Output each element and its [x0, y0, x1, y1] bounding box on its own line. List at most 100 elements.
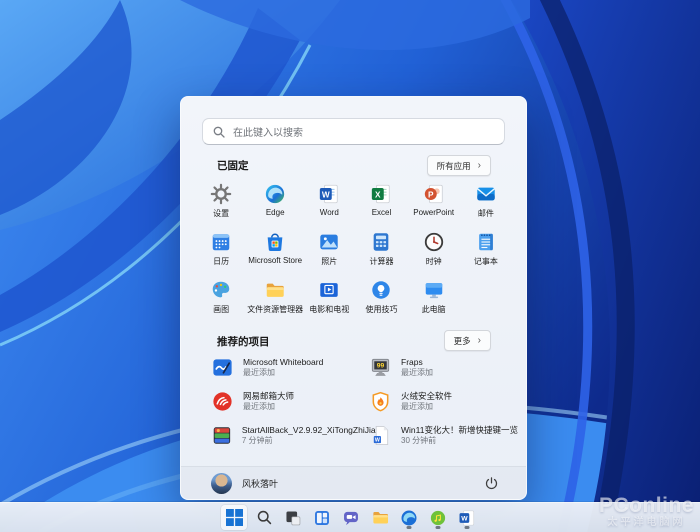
- folder-icon: [264, 279, 286, 301]
- windows-logo-icon: [226, 509, 243, 526]
- svg-text:W: W: [461, 515, 468, 522]
- task-view-icon: [284, 509, 302, 527]
- pinned-app-word[interactable]: W Word: [303, 183, 355, 221]
- pconline-watermark: PConline 太平洋电脑网: [599, 494, 694, 528]
- edge-icon: [400, 509, 418, 527]
- chat-video-icon: [342, 509, 360, 527]
- rec-title: Fraps: [401, 357, 433, 368]
- taskbar: W: [0, 502, 700, 532]
- app-label: 计算器: [369, 256, 393, 267]
- recommended-item-netease-mail[interactable]: 网易邮箱大师最近添加: [211, 389, 369, 414]
- whiteboard-icon: [211, 356, 234, 379]
- pinned-app-photos[interactable]: 照片: [303, 231, 355, 269]
- taskbar-chat-button[interactable]: [339, 505, 363, 530]
- power-button[interactable]: [480, 472, 502, 494]
- recommended-header: 推荐的项目: [217, 334, 270, 349]
- start-menu-panel: 在此键入以搜索 已固定 所有应用 › 设置 Edge W Word X Exce…: [180, 96, 527, 500]
- rec-subtitle: 最近添加: [243, 402, 294, 412]
- pinned-app-settings[interactable]: 设置: [195, 183, 247, 221]
- netease-mail-master-icon: [211, 390, 234, 413]
- taskbar-task-view-button[interactable]: [281, 505, 305, 530]
- search-icon: [256, 509, 273, 526]
- app-label: Edge: [266, 208, 285, 217]
- app-label: 时钟: [426, 256, 442, 267]
- more-button[interactable]: 更多 ›: [444, 330, 491, 351]
- widgets-icon: [313, 509, 331, 527]
- rec-title: StartAllBack_V2.9.92_XiTongZhiJia: [242, 425, 369, 436]
- notepad-icon: [475, 231, 497, 253]
- movies-tv-icon: [318, 279, 340, 301]
- pinned-app-notepad[interactable]: 记事本: [460, 231, 512, 269]
- pinned-app-calculator[interactable]: 计算器: [355, 231, 407, 269]
- app-label: Word: [320, 208, 339, 217]
- user-avatar[interactable]: [211, 473, 232, 494]
- watermark-subtitle-text: 太平洋电脑网: [599, 517, 694, 528]
- app-label: 画图: [213, 304, 229, 315]
- excel-icon: X: [370, 183, 392, 205]
- search-input[interactable]: 在此键入以搜索: [202, 118, 505, 145]
- taskbar-start-button[interactable]: [221, 505, 247, 530]
- rec-subtitle: 30 分钟前: [401, 436, 518, 446]
- pinned-app-store[interactable]: Microsoft Store: [247, 231, 303, 269]
- user-name: 风秋落叶: [242, 477, 278, 490]
- pinned-app-paint[interactable]: 画图: [195, 279, 247, 317]
- app-label: Excel: [372, 208, 392, 217]
- rec-subtitle: 最近添加: [243, 368, 323, 378]
- search-placeholder: 在此键入以搜索: [233, 124, 303, 139]
- word-icon: W: [318, 183, 340, 205]
- app-label: 电影和电视: [309, 304, 349, 315]
- app-label: 日历: [213, 256, 229, 267]
- rec-subtitle: 7 分钟前: [242, 436, 369, 446]
- huorong-shield-icon: [369, 390, 392, 413]
- recommended-item-win11-doc[interactable]: W Win11变化大！新增快捷键一览30 分钟前: [369, 423, 518, 448]
- app-label: PowerPoint: [413, 208, 454, 217]
- recommended-item-startallback[interactable]: StartAllBack_V2.9.92_XiTongZhiJia7 分钟前: [211, 423, 369, 448]
- svg-text:P: P: [428, 190, 434, 199]
- rec-title: 网易邮箱大师: [243, 391, 294, 402]
- taskbar-widgets-button[interactable]: [310, 505, 334, 530]
- svg-text:X: X: [376, 190, 382, 199]
- pinned-app-edge[interactable]: Edge: [247, 183, 303, 221]
- app-label: Microsoft Store: [248, 256, 302, 265]
- app-label: 使用技巧: [365, 304, 397, 315]
- app-label: 邮件: [478, 208, 494, 219]
- folder-icon: [371, 508, 390, 527]
- pinned-app-movies-tv[interactable]: 电影和电视: [303, 279, 355, 317]
- pinned-app-mail[interactable]: 邮件: [460, 183, 512, 221]
- user-bar: 风秋落叶: [181, 466, 526, 499]
- taskbar-search-button[interactable]: [252, 505, 276, 530]
- pinned-app-calendar[interactable]: 日历: [195, 231, 247, 269]
- fraps-monitor-icon: 99: [369, 356, 392, 379]
- app-label: 设置: [213, 208, 229, 219]
- recommended-item-whiteboard[interactable]: Microsoft Whiteboard最近添加: [211, 355, 369, 380]
- all-apps-button[interactable]: 所有应用 ›: [427, 155, 491, 176]
- pinned-app-excel[interactable]: X Excel: [355, 183, 407, 221]
- svg-text:W: W: [375, 438, 380, 444]
- app-label: 记事本: [474, 256, 498, 267]
- rec-title: 火绒安全软件: [401, 391, 452, 402]
- taskbar-edge-button[interactable]: [397, 505, 421, 530]
- pinned-app-file-explorer[interactable]: 文件资源管理器: [247, 279, 303, 317]
- recommended-item-fraps[interactable]: 99 Fraps最近添加: [369, 355, 518, 380]
- app-label: 此电脑: [422, 304, 446, 315]
- recommended-item-huorong[interactable]: 火绒安全软件最近添加: [369, 389, 518, 414]
- svg-text:99: 99: [377, 363, 385, 370]
- pinned-header: 已固定: [217, 158, 249, 173]
- pinned-apps-grid: 设置 Edge W Word X Excel P PowerPoint 邮件 日…: [195, 183, 512, 317]
- archive-package-icon: [211, 424, 233, 447]
- taskbar-word-button[interactable]: W: [455, 505, 479, 530]
- pinned-app-tips[interactable]: 使用技巧: [355, 279, 407, 317]
- taskbar-music-button[interactable]: [426, 505, 450, 530]
- taskbar-file-explorer-button[interactable]: [368, 505, 392, 530]
- clock-icon: [423, 231, 445, 253]
- recommended-grid: Microsoft Whiteboard最近添加 99 Fraps 最近添加 网易…: [211, 355, 508, 448]
- edge-icon: [264, 183, 286, 205]
- rec-subtitle: 最近添加: [401, 402, 452, 412]
- word-document-icon: W: [369, 424, 392, 447]
- music-note-icon: [429, 509, 447, 527]
- pinned-app-clock[interactable]: 时钟: [408, 231, 460, 269]
- pinned-app-this-pc[interactable]: 此电脑: [408, 279, 460, 317]
- app-label: 照片: [321, 256, 337, 267]
- pinned-app-powerpoint[interactable]: P PowerPoint: [408, 183, 460, 221]
- svg-text:W: W: [322, 190, 330, 199]
